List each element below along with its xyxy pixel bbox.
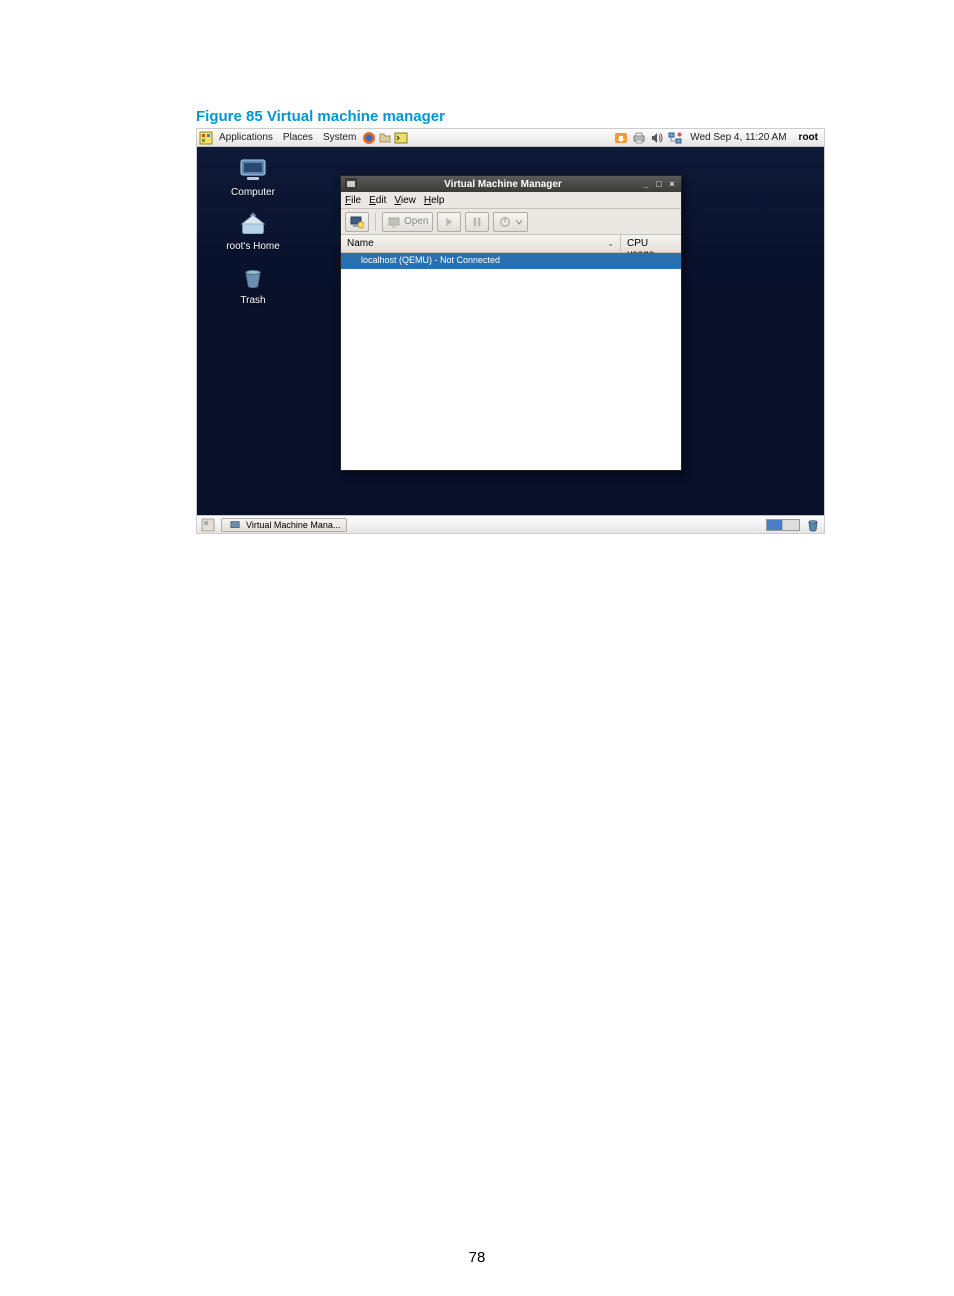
monitor-new-icon (350, 215, 364, 229)
new-vm-button[interactable] (345, 212, 369, 232)
home-label: root's Home (225, 241, 281, 252)
column-header-cpu[interactable]: CPU usage (621, 235, 681, 252)
vmm-toolbar: Open (341, 209, 681, 235)
menu-help[interactable]: Help (424, 195, 445, 206)
computer-label: Computer (225, 187, 281, 198)
menu-file[interactable]: File (345, 195, 361, 206)
page-number: 78 (469, 1249, 486, 1266)
open-button[interactable]: Open (382, 212, 433, 232)
monitor-icon (387, 215, 401, 229)
vmm-app-icon (345, 178, 357, 190)
screenshot-container: Applications Places System (196, 128, 825, 534)
volume-icon[interactable] (650, 131, 664, 145)
vmm-column-headers: Name ⌄ CPU usage (341, 235, 681, 253)
desktop-icon-home[interactable]: root's Home (225, 211, 281, 252)
pause-button[interactable] (465, 212, 489, 232)
places-menu[interactable]: Places (279, 132, 317, 143)
show-desktop-icon[interactable] (201, 518, 215, 532)
system-menu[interactable]: System (319, 132, 360, 143)
menu-edit[interactable]: Edit (369, 195, 386, 206)
sort-indicator-icon: ⌄ (607, 239, 614, 248)
minimize-button[interactable]: _ (641, 179, 651, 189)
maximize-button[interactable]: □ (654, 179, 664, 189)
update-icon[interactable] (614, 131, 628, 145)
vmm-titlebar[interactable]: Virtual Machine Manager _ □ × (341, 176, 681, 192)
datetime-label[interactable]: Wed Sep 4, 11:20 AM (686, 132, 790, 143)
workspace-2[interactable] (783, 520, 799, 530)
username-label[interactable]: root (795, 132, 822, 143)
vmm-window: Virtual Machine Manager _ □ × File Edit … (340, 175, 682, 471)
gnome-top-panel: Applications Places System (197, 129, 824, 147)
desktop-icon-computer[interactable]: Computer (225, 157, 281, 198)
desktop-area: Computer root's Home Trash Virtual Machi… (197, 147, 824, 515)
connection-row[interactable]: localhost (QEMU) - Not Connected (341, 253, 681, 269)
trash-applet-icon[interactable] (806, 518, 820, 532)
vmm-taskbar-icon (228, 518, 242, 532)
pause-icon (470, 215, 484, 229)
taskbar-app-label: Virtual Machine Mana... (246, 520, 340, 530)
run-button[interactable] (437, 212, 461, 232)
workspace-switcher[interactable] (766, 519, 800, 531)
toolbar-divider (375, 213, 376, 231)
chevron-down-icon (515, 215, 523, 229)
network-icon[interactable] (668, 131, 682, 145)
vmm-title-text: Virtual Machine Manager (365, 179, 641, 190)
workspace-1[interactable] (767, 520, 783, 530)
printer-icon[interactable] (632, 131, 646, 145)
applications-menu[interactable]: Applications (215, 132, 277, 143)
firefox-icon[interactable] (362, 131, 376, 145)
column-header-name[interactable]: Name ⌄ (341, 235, 621, 252)
menu-view[interactable]: View (394, 195, 416, 206)
vmm-menubar: File Edit View Help (341, 192, 681, 209)
play-icon (442, 215, 456, 229)
applications-icon (199, 131, 213, 145)
gnome-bottom-panel: Virtual Machine Mana... (197, 515, 824, 533)
file-manager-icon[interactable] (378, 131, 392, 145)
open-label: Open (404, 216, 428, 227)
close-button[interactable]: × (667, 179, 677, 189)
column-name-label: Name (347, 238, 374, 249)
shutdown-button[interactable] (493, 212, 528, 232)
desktop-icon-trash[interactable]: Trash (225, 265, 281, 306)
power-icon (498, 215, 512, 229)
vmm-list-body: localhost (QEMU) - Not Connected (341, 253, 681, 470)
trash-label: Trash (225, 295, 281, 306)
taskbar-vmm-button[interactable]: Virtual Machine Mana... (221, 518, 347, 532)
terminal-icon[interactable] (394, 131, 408, 145)
figure-caption: Figure 85 Virtual machine manager (196, 108, 445, 125)
